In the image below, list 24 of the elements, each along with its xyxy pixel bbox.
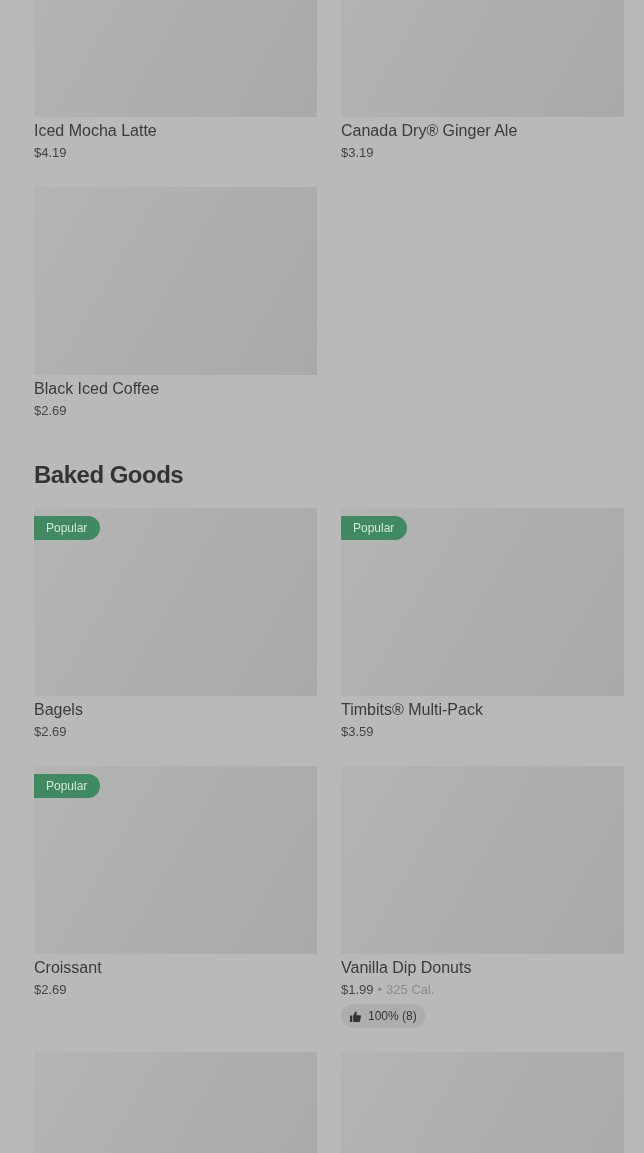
image-placeholder[interactable] — [34, 508, 317, 696]
item-name: Black Iced Coffee — [34, 379, 161, 399]
item-price: $3.19 — [341, 144, 374, 162]
separator-dot: • — [377, 981, 383, 999]
item-name: Bagels — [34, 700, 84, 720]
rating-chip: 100% (8) — [341, 1004, 425, 1028]
item-name: Vanilla Dip Donuts — [341, 958, 473, 978]
item-name: Croissant — [34, 958, 103, 978]
popular-badge: Popular — [341, 516, 408, 540]
item-price: $3.59 — [341, 723, 374, 741]
popular-badge: Popular — [34, 516, 101, 540]
item-price: $2.69 — [34, 723, 67, 741]
popular-badge: Popular — [34, 774, 101, 798]
item-name: Canada Dry® Ginger Ale — [341, 121, 519, 141]
image-placeholder[interactable] — [341, 508, 624, 696]
item-price: $2.69 — [34, 402, 67, 420]
item-price: $4.19 — [34, 144, 67, 162]
item-name: Timbits® Multi-Pack — [341, 700, 484, 720]
item-name: Iced Mocha Latte — [34, 121, 158, 141]
item-price: $2.69 — [34, 981, 67, 999]
item-price: $1.99 — [341, 981, 374, 999]
image-placeholder[interactable] — [34, 766, 317, 954]
section-heading: Baked Goods — [34, 461, 185, 489]
thumbs-up-icon — [350, 1010, 361, 1022]
